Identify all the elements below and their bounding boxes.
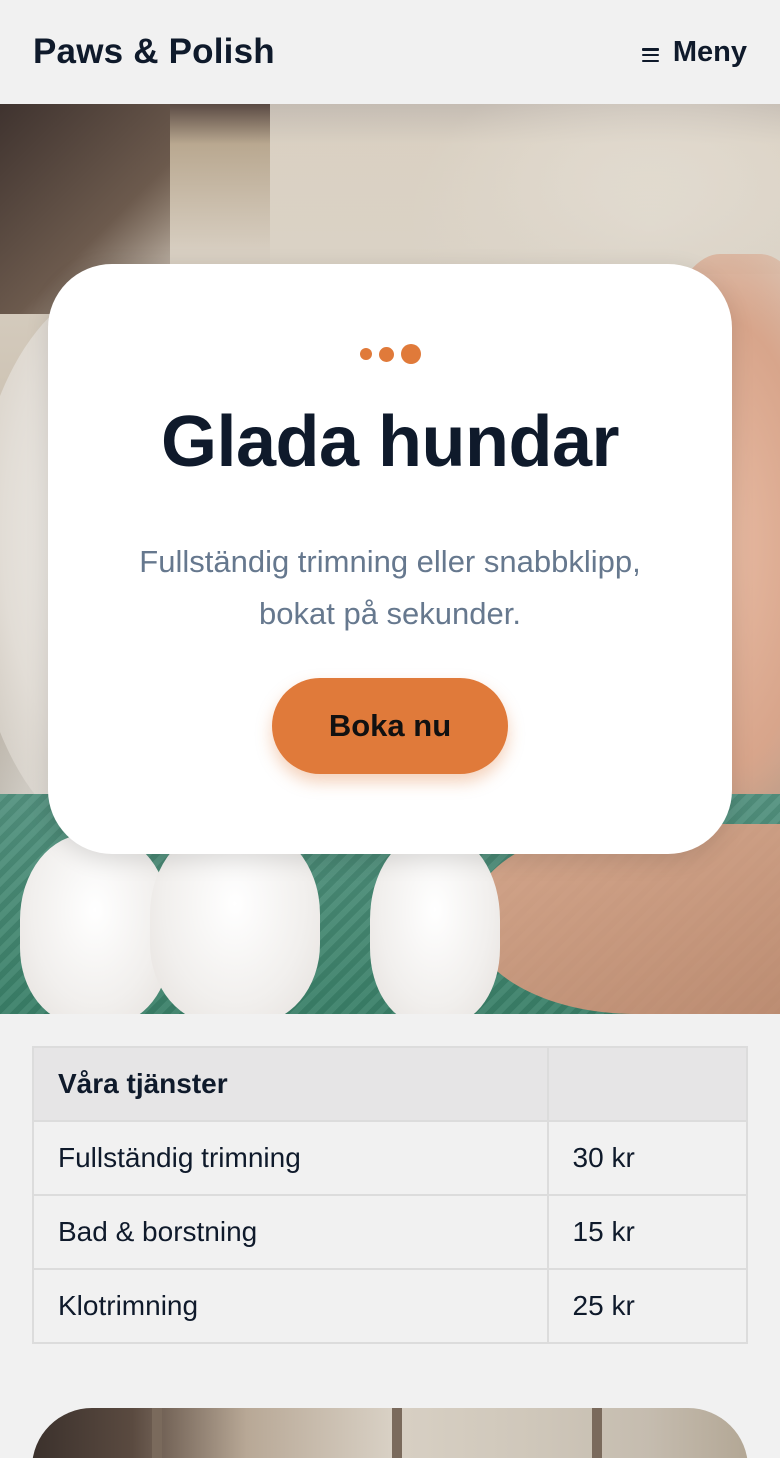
page: Paws & Polish Meny Glada hundar Fullstän… xyxy=(0,0,780,1458)
hamburger-icon xyxy=(641,48,659,62)
service-price: 30 kr xyxy=(546,1120,749,1196)
hero-background-paw xyxy=(20,834,170,1014)
brand-logo[interactable]: Paws & Polish xyxy=(33,32,275,72)
service-name: Fullständig trimning xyxy=(32,1120,549,1196)
site-header: Paws & Polish Meny xyxy=(0,0,780,104)
service-name: Bad & borstning xyxy=(32,1194,549,1270)
hero-background-shelf xyxy=(270,104,780,274)
hero-card: Glada hundar Fullständig trimning eller … xyxy=(48,264,732,854)
gallery-image xyxy=(32,1408,748,1458)
book-now-button[interactable]: Boka nu xyxy=(272,678,508,774)
services-heading: Våra tjänster xyxy=(32,1046,549,1122)
table-row: Bad & borstning 15 kr xyxy=(32,1194,749,1270)
service-price: 15 kr xyxy=(546,1194,749,1270)
hero-subtitle: Fullständig trimning eller snabbklipp, b… xyxy=(139,544,641,631)
dots-decoration-icon xyxy=(48,344,732,364)
hero-section: Glada hundar Fullständig trimning eller … xyxy=(0,104,780,1014)
service-name: Klotrimning xyxy=(32,1268,549,1344)
hero-title: Glada hundar xyxy=(160,402,620,482)
menu-label: Meny xyxy=(672,35,747,68)
table-row: Fullständig trimning 30 kr xyxy=(32,1120,749,1196)
menu-button[interactable]: Meny xyxy=(641,35,747,69)
gallery-image-detail xyxy=(592,1408,602,1458)
table-row: Klotrimning 25 kr xyxy=(32,1268,749,1344)
price-heading xyxy=(546,1046,749,1122)
hero-background-paw xyxy=(370,834,500,1014)
table-header-row: Våra tjänster xyxy=(32,1046,749,1122)
services-table: Våra tjänster Fullständig trimning 30 kr… xyxy=(32,1046,749,1344)
service-price: 25 kr xyxy=(546,1268,749,1344)
gallery-image-detail xyxy=(152,1408,162,1458)
gallery-image-detail xyxy=(392,1408,402,1458)
